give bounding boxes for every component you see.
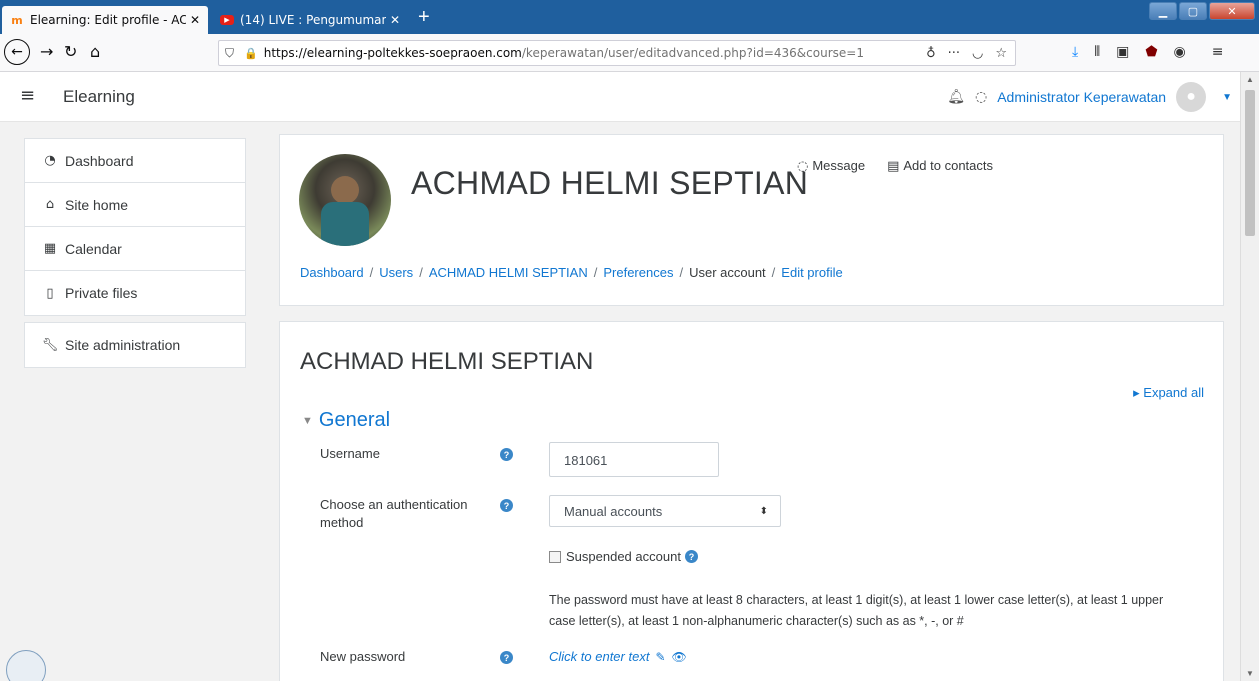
tab-close-icon[interactable]: ✕ [390,13,400,27]
forward-arrow-icon[interactable]: → [40,42,53,61]
youtube-icon: ▶ [220,15,234,25]
caret-down-icon[interactable]: ▼ [1222,92,1232,103]
nav-item-dashboard[interactable]: ◔ Dashboard [25,139,245,183]
pencil-icon[interactable]: ✎ [655,650,665,664]
hamburger-icon[interactable]: ≡ [20,85,35,106]
close-window-button[interactable]: ✕ [1209,2,1255,20]
profile-picture [299,154,391,246]
page: ≡ Elearning 🔔︎ ◌ Administrator Keperawat… [0,72,1240,681]
address-card-icon: ▤ [887,159,900,174]
download-icon[interactable]: ⤓ [1072,44,1078,60]
browser-tab-bar: m Elearning: Edit profile - ACHMA ✕ ▶ (1… [0,0,1259,34]
lightbulb-icon[interactable]: ♁ [926,46,936,61]
nav-item-calendar[interactable]: ▦ Calendar [25,227,245,271]
sidebar-icon[interactable]: ▣ [1116,44,1129,60]
bell-icon[interactable]: 🔔︎ [947,89,965,105]
moodle-icon: m [11,13,23,27]
caret-down-icon: ▼ [302,414,313,427]
calendar-icon: ▦ [43,241,57,256]
more-actions-icon[interactable]: ··· [948,46,960,61]
caret-right-icon: ▸ [1133,385,1144,400]
window-controls: ▁ ▢ ✕ [1149,2,1255,20]
new-tab-button[interactable]: + [418,6,430,28]
form-heading: ACHMAD HELMI SEPTIAN [300,348,594,375]
minimize-button[interactable]: ▁ [1149,2,1177,20]
avatar[interactable]: ● [1176,82,1207,112]
breadcrumb-users[interactable]: Users [379,265,413,280]
checkbox[interactable] [549,550,561,563]
menu-icon[interactable]: ≡ [1212,44,1224,60]
tab-close-icon[interactable]: ✕ [190,13,200,27]
help-icon[interactable]: ? [500,499,513,512]
help-icon[interactable]: ? [500,448,513,461]
breadcrumb-dashboard[interactable]: Dashboard [300,265,364,280]
eye-icon[interactable]: 👁︎ [672,650,687,664]
new-password-editable[interactable]: Click to enter text ✎ 👁︎ [549,649,687,664]
message-icon[interactable]: ◌ [975,89,987,105]
breadcrumb: Dashboard / Users / ACHMAD HELMI SEPTIAN / … [300,265,843,280]
tab-title: Elearning: Edit profile - ACHMA [30,13,186,27]
nav-drawer: ◔ Dashboard ⌂ Site home ▦ Calendar ▯ Pri… [24,138,246,374]
lock-icon[interactable]: 🔒 [244,47,258,60]
scroll-up-arrow-icon[interactable]: ▲ [1246,75,1254,84]
bookmark-star-icon[interactable]: ☆ [995,46,1007,61]
tab-youtube-live[interactable]: ▶ (14) LIVE : Pengumuman Penye ✕ [212,6,408,34]
url-text: https://elearning-poltekkes-soepraoen.co… [263,46,864,60]
help-icon[interactable]: ? [500,651,513,664]
auth-method-label: Choose an authentication method [320,497,468,530]
nav-item-private-files[interactable]: ▯ Private files [25,271,245,315]
site-header: ≡ Elearning 🔔︎ ◌ Administrator Keperawat… [0,72,1240,122]
username-input[interactable]: 181061 [549,442,719,477]
tachometer-icon: ◔ [44,153,56,168]
shield-icon[interactable]: ⛉ [225,46,234,61]
message-icon: ◌ [797,159,809,174]
nav-group-main: ◔ Dashboard ⌂ Site home ▦ Calendar ▯ Pri… [24,138,246,316]
url-bar[interactable]: ⛉ 🔒 https://elearning-poltekkes-soepraoe… [218,40,1016,66]
section-general-toggle[interactable]: ▼ General [302,409,390,432]
profile-actions: ◌ Message ▤ Add to contacts [797,158,993,174]
wrench-icon: 🔧︎ [41,337,59,353]
nav-item-site-home[interactable]: ⌂ Site home [25,183,245,227]
page-scrollbar[interactable]: ▲ ▼ [1240,72,1259,681]
file-icon: ▯ [46,285,54,301]
tab-title: (14) LIVE : Pengumuman Penye [240,13,386,27]
home-icon[interactable]: ⌂ [90,42,100,61]
select-arrows-icon: ⬍ [759,506,768,517]
username-label: Username [320,446,380,461]
profile-full-name: ACHMAD HELMI SEPTIAN [411,165,809,201]
user-area: 🔔︎ ◌ Administrator Keperawatan ● ▼ [947,82,1232,112]
user-menu-name[interactable]: Administrator Keperawatan [997,89,1166,105]
reload-icon[interactable]: ↻ [64,42,77,61]
nav-group-admin: 🔧︎ Site administration [24,322,246,368]
profile-header-card: ACHMAD HELMI SEPTIAN ◌ Message ▤ Add to co… [279,134,1224,306]
library-icon[interactable]: ⫴ [1094,44,1100,60]
new-password-label: New password [320,649,406,664]
expand-all-link[interactable]: ▸ Expand all [1133,385,1204,401]
account-icon[interactable]: ◉ [1174,44,1186,60]
maximize-button[interactable]: ▢ [1179,2,1207,20]
pocket-icon[interactable]: ◡ [972,46,983,61]
ublock-icon[interactable]: ⬟ [1145,44,1157,60]
password-policy-text: The password must have at least 8 charac… [549,593,1164,628]
breadcrumb-user-account: User account [689,265,766,280]
browser-nav-bar: ← → ↻ ⌂ ⛉ 🔒 https://elearning-poltekkes-… [0,34,1259,72]
auth-method-select[interactable]: Manual accounts ⬍ [549,495,781,527]
chat-bubble-button[interactable] [6,650,46,681]
message-button[interactable]: ◌ Message [797,158,865,174]
site-name[interactable]: Elearning [63,87,135,107]
breadcrumb-preferences[interactable]: Preferences [603,265,673,280]
breadcrumb-user[interactable]: ACHMAD HELMI SEPTIAN [429,265,588,280]
toolbar-icons: ⤓ ⫴ ▣ ⬟ ◉ ≡ [1072,44,1223,60]
breadcrumb-edit-profile[interactable]: Edit profile [781,265,842,280]
suspended-account-checkbox[interactable]: Suspended account ? [549,549,698,564]
scroll-down-arrow-icon[interactable]: ▼ [1246,669,1254,678]
edit-profile-form: ACHMAD HELMI SEPTIAN ▸ Expand all ▼ Gener… [279,321,1224,681]
scrollbar-thumb[interactable] [1245,90,1255,236]
help-icon[interactable]: ? [684,550,698,563]
back-arrow-icon[interactable]: ← [4,39,30,65]
add-to-contacts-button[interactable]: ▤ Add to contacts [887,158,993,174]
tab-edit-profile[interactable]: m Elearning: Edit profile - ACHMA ✕ [2,6,208,34]
home-icon: ⌂ [45,197,55,212]
nav-item-site-administration[interactable]: 🔧︎ Site administration [25,323,245,367]
